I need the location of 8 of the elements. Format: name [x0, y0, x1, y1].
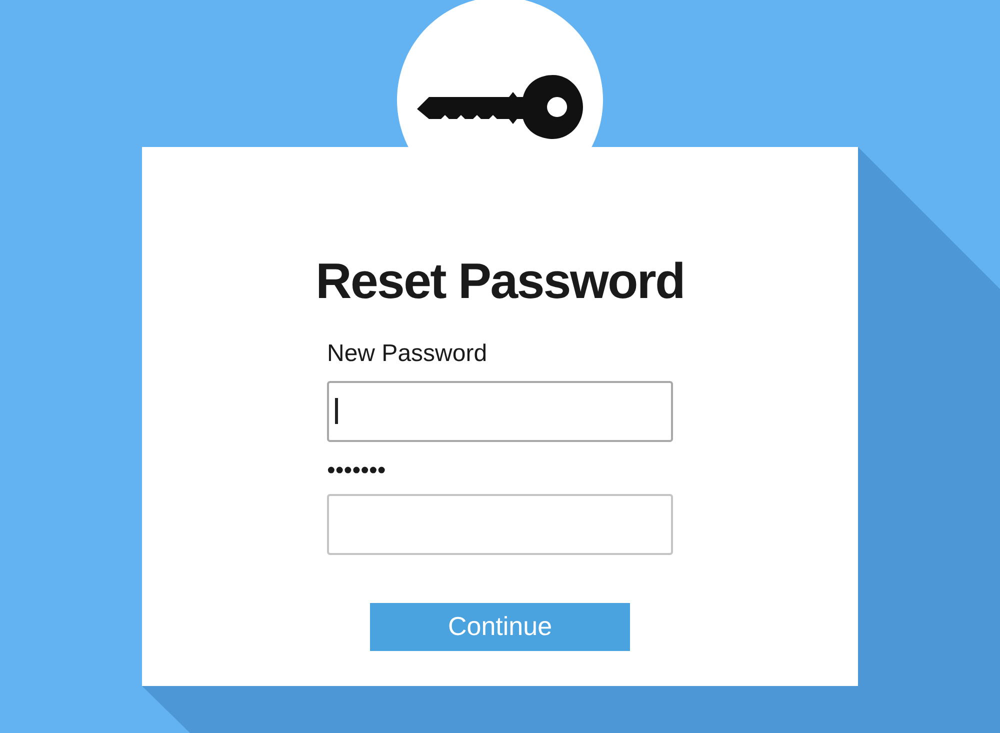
continue-button[interactable]: Continue: [370, 602, 630, 650]
key-icon: [417, 75, 583, 139]
field-label: •••••••: [327, 456, 387, 486]
field-label: New Password: [327, 338, 488, 368]
password-field[interactable]: [327, 494, 673, 554]
password-field[interactable]: [327, 380, 673, 442]
text-cursor: [335, 398, 338, 424]
page-title: Reset Password: [316, 252, 684, 311]
